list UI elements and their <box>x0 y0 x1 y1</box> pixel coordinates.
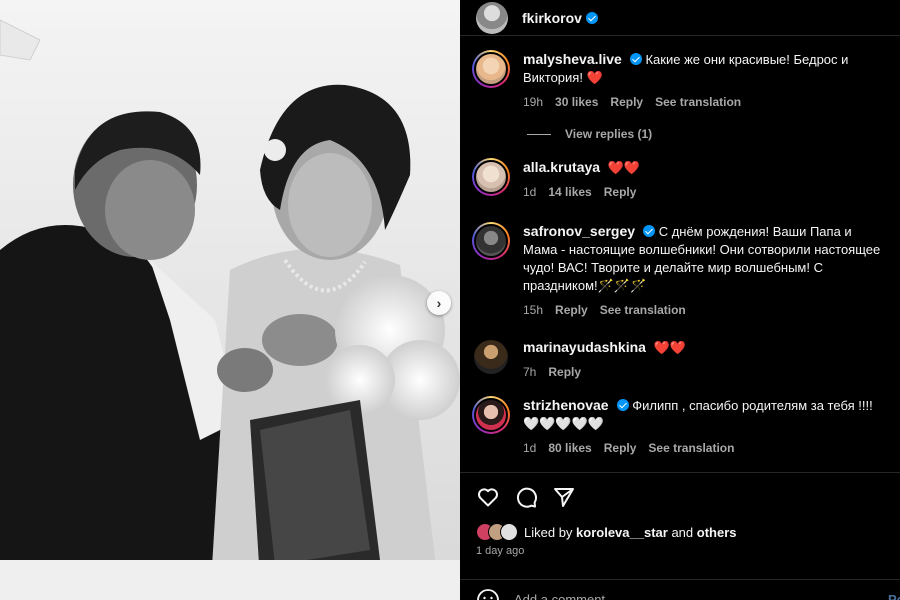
verified-badge-icon <box>585 11 598 24</box>
commenter-username[interactable]: strizhenovae <box>523 397 609 413</box>
comment-time[interactable]: 15h <box>523 303 543 317</box>
comment-text: ❤️❤️ <box>653 340 686 355</box>
next-photo-button[interactable]: › <box>427 291 451 315</box>
reply-button[interactable]: Reply <box>548 365 581 379</box>
comment-time[interactable]: 1d <box>523 185 536 199</box>
commenter-username[interactable]: safronov_sergey <box>523 223 635 239</box>
comment-item: safronov_sergey С днём рождения! Ваши Па… <box>472 222 892 317</box>
verified-badge-icon <box>616 399 629 411</box>
liked-by-others[interactable]: others <box>697 525 737 540</box>
commenter-username[interactable]: alla.krutaya <box>523 159 600 175</box>
liked-by-and: and <box>667 524 697 540</box>
photo-illustration <box>0 0 460 600</box>
comment-item: alla.krutaya ❤️❤️ 1d 14 likes Reply <box>472 158 892 199</box>
commenter-avatar <box>474 224 508 258</box>
story-ring[interactable] <box>472 50 510 88</box>
comment-time[interactable]: 1d <box>523 441 536 455</box>
share-send-icon[interactable] <box>552 485 576 509</box>
commenter-avatar <box>474 340 508 374</box>
comment-text: ❤️❤️ <box>607 160 641 175</box>
see-translation-button[interactable]: See translation <box>648 441 734 455</box>
comment-time[interactable]: 19h <box>523 95 543 109</box>
reply-button[interactable]: Reply <box>604 441 637 455</box>
chevron-right-icon: › <box>436 295 442 311</box>
comment-item: malysheva.live Какие же они красивые! Бе… <box>472 50 892 109</box>
verified-badge-icon <box>629 53 642 65</box>
see-translation-button[interactable]: See translation <box>655 95 741 109</box>
author-avatar[interactable] <box>476 1 508 34</box>
reply-button[interactable]: Reply <box>604 185 637 199</box>
story-ring[interactable] <box>472 222 510 260</box>
view-replies-label: View replies (1) <box>565 127 653 141</box>
comment-likes[interactable]: 30 likes <box>555 95 598 109</box>
emoji-icon[interactable] <box>476 588 500 600</box>
liked-by-prefix: Liked by <box>524 524 577 540</box>
reply-button[interactable]: Reply <box>610 95 643 109</box>
story-ring[interactable] <box>472 396 510 434</box>
reply-button[interactable]: Reply <box>555 303 588 317</box>
like-heart-icon[interactable] <box>476 485 500 509</box>
divider-line <box>527 133 551 135</box>
comment-time[interactable]: 7h <box>523 365 536 379</box>
liked-by-username[interactable]: koroleva__star <box>576 525 668 540</box>
liked-by: Liked by koroleva__star and others <box>476 523 736 541</box>
comment-item: strizhenovae Филипп , спасибо родителям … <box>472 396 892 455</box>
verified-badge-icon <box>643 225 656 237</box>
action-icons <box>476 485 576 509</box>
comments-panel: fkirkorov malysheva.live Какие же они кр… <box>460 0 900 600</box>
story-ring[interactable] <box>472 158 510 196</box>
comment-bubble-icon[interactable] <box>514 485 538 509</box>
post-date[interactable]: 1 day ago <box>476 545 524 557</box>
comment-item: marinayudashkina ❤️❤️ 7h Reply <box>472 338 892 379</box>
add-comment-row: Add a comment… Post <box>460 579 900 600</box>
comment-likes[interactable]: 80 likes <box>548 441 591 455</box>
comment-likes[interactable]: 14 likes <box>548 185 591 199</box>
post-photo: › <box>0 0 460 600</box>
liker-avatar[interactable] <box>500 523 518 541</box>
commenter-username[interactable]: malysheva.live <box>523 51 622 67</box>
post-comment-button[interactable]: Post <box>888 592 900 600</box>
avatar-wrapper[interactable] <box>472 338 510 376</box>
view-replies-button[interactable]: View replies (1) <box>527 127 652 141</box>
post-actions: Liked by koroleva__star and others 1 day… <box>460 472 900 600</box>
post-header: fkirkorov <box>460 0 900 36</box>
add-comment-input[interactable]: Add a comment… <box>514 592 618 600</box>
see-translation-button[interactable]: See translation <box>600 303 686 317</box>
author-username[interactable]: fkirkorov <box>522 10 582 26</box>
commenter-avatar <box>474 52 508 86</box>
commenter-username[interactable]: marinayudashkina <box>523 339 646 355</box>
commenter-avatar <box>474 160 508 194</box>
commenter-avatar <box>474 398 508 432</box>
